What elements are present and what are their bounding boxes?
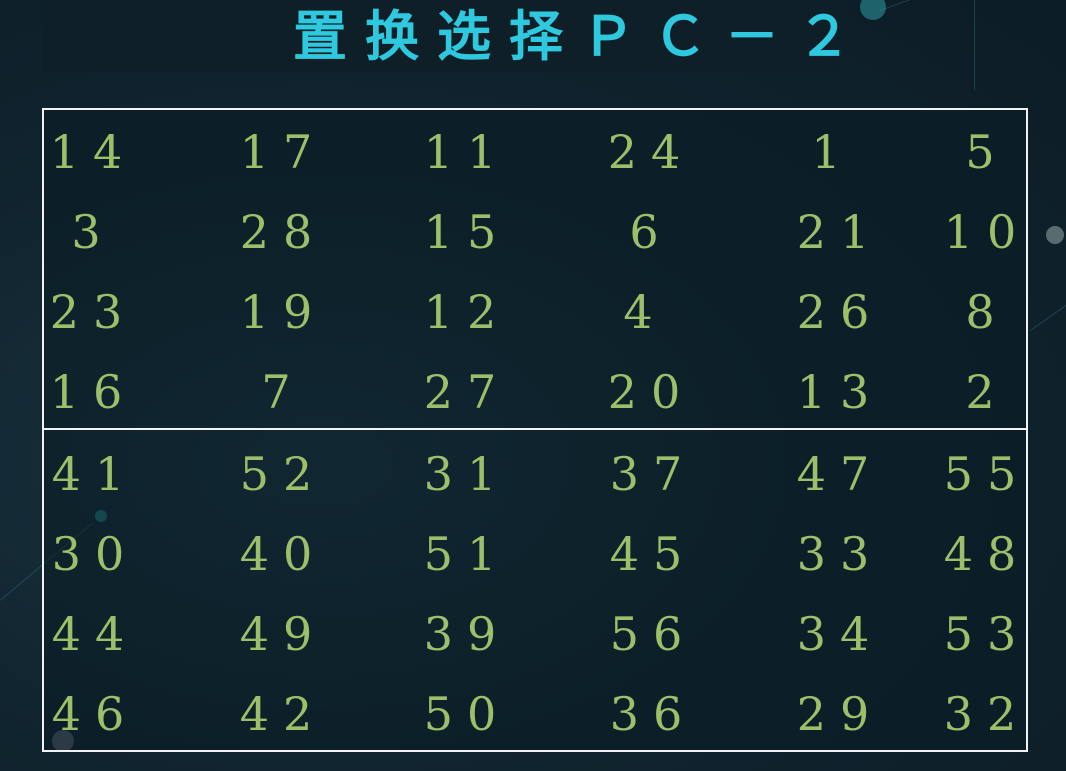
table-cell: 45 — [609, 527, 697, 581]
table-row: 30 40 51 45 33 48 — [0, 514, 1066, 594]
table-cell: 2 — [965, 365, 1009, 419]
table-cell: 7 — [261, 365, 305, 419]
table-cell: 48 — [943, 527, 1031, 581]
table-cell: 13 — [796, 365, 884, 419]
table-cell: 3 — [71, 205, 115, 259]
table-row: 41 52 31 37 47 55 — [0, 434, 1066, 514]
table-cell: 31 — [423, 447, 511, 501]
table-cell: 29 — [796, 687, 884, 741]
table-cell: 46 — [51, 687, 139, 741]
table-cell: 53 — [943, 607, 1031, 661]
table-cell: 56 — [609, 607, 697, 661]
table-cell: 39 — [423, 607, 511, 661]
table-row: 46 42 50 36 29 32 — [0, 674, 1066, 754]
table-cell: 51 — [423, 527, 511, 581]
table-cell: 8 — [965, 285, 1009, 339]
table-cell: 20 — [607, 365, 695, 419]
network-line-decoration — [974, 0, 975, 90]
table-row: 16 7 27 20 13 2 — [0, 352, 1066, 432]
table-cell: 23 — [49, 285, 137, 339]
table-cell: 11 — [423, 125, 511, 179]
table-cell: 42 — [239, 687, 327, 741]
table-cell: 55 — [943, 447, 1031, 501]
table-cell: 19 — [239, 285, 327, 339]
table-cell: 10 — [943, 205, 1031, 259]
table-row: 44 49 39 56 34 53 — [0, 594, 1066, 674]
network-line-decoration — [880, 0, 1066, 11]
table-cell: 37 — [609, 447, 697, 501]
table-cell: 6 — [629, 205, 673, 259]
table-cell: 17 — [239, 125, 327, 179]
table-cell: 5 — [965, 125, 1009, 179]
table-cell: 12 — [423, 285, 511, 339]
table-cell: 28 — [239, 205, 327, 259]
table-cell: 40 — [239, 527, 327, 581]
table-cell: 24 — [607, 125, 695, 179]
table-cell: 32 — [943, 687, 1031, 741]
table-cell: 50 — [423, 687, 511, 741]
table-cell: 47 — [796, 447, 884, 501]
table-cell: 34 — [796, 607, 884, 661]
table-cell: 14 — [49, 125, 137, 179]
table-row: 23 19 12 4 26 8 — [0, 272, 1066, 352]
table-cell: 16 — [49, 365, 137, 419]
table-cell: 44 — [51, 607, 139, 661]
table-cell: 21 — [796, 205, 884, 259]
table-row: 14 17 11 24 1 5 — [0, 112, 1066, 192]
table-row: 3 28 15 6 21 10 — [0, 192, 1066, 272]
table-cell: 52 — [239, 447, 327, 501]
table-cell: 49 — [239, 607, 327, 661]
table-cell: 15 — [423, 205, 511, 259]
table-cell: 36 — [609, 687, 697, 741]
table-cell: 26 — [796, 285, 884, 339]
table-cell: 27 — [423, 365, 511, 419]
table-cell: 41 — [51, 447, 139, 501]
table-cell: 1 — [811, 125, 855, 179]
table-cell: 4 — [623, 285, 667, 339]
table-cell: 30 — [51, 527, 139, 581]
table-cell: 33 — [796, 527, 884, 581]
page-title: 置换选择ＰＣ－２ — [293, 5, 869, 68]
